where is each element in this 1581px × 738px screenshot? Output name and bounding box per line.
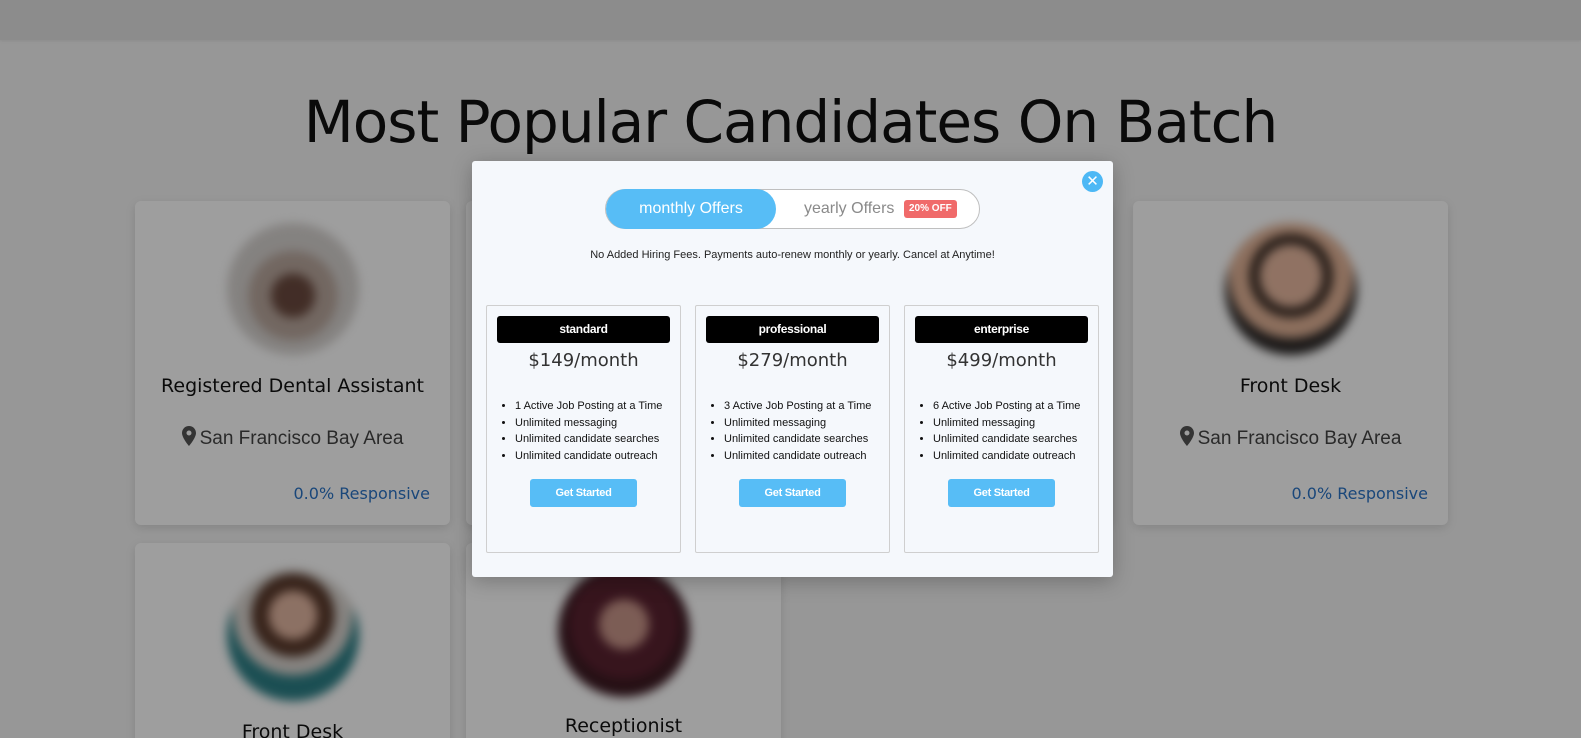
plan-card-enterprise: enterprise $499/month 6 Active Job Posti… [904, 305, 1099, 553]
plan-feature: Unlimited messaging [515, 415, 680, 432]
plan-price: $279/month [737, 350, 848, 371]
plan-feature: 1 Active Job Posting at a Time [515, 398, 680, 415]
plan-feature: Unlimited candidate searches [724, 431, 889, 448]
plan-name: enterprise [915, 316, 1088, 343]
plan-feature: Unlimited candidate outreach [724, 448, 889, 465]
discount-badge: 20% OFF [904, 200, 957, 218]
plan-price: $149/month [528, 350, 639, 371]
yearly-offers-tab[interactable]: yearly Offers [804, 190, 894, 228]
plan-feature: Unlimited candidate outreach [515, 448, 680, 465]
plan-name: standard [497, 316, 670, 343]
billing-notice: No Added Hiring Fees. Payments auto-rene… [590, 249, 995, 261]
billing-period-toggle[interactable]: monthly Offers yearly Offers 20% OFF [605, 189, 980, 229]
pricing-modal: ✕ monthly Offers yearly Offers 20% OFF N… [472, 161, 1113, 577]
close-icon[interactable]: ✕ [1082, 171, 1103, 192]
plan-feature: Unlimited messaging [933, 415, 1098, 432]
plan-feature: 3 Active Job Posting at a Time [724, 398, 889, 415]
get-started-button[interactable]: Get Started [530, 479, 637, 507]
get-started-button[interactable]: Get Started [739, 479, 846, 507]
plan-feature: 6 Active Job Posting at a Time [933, 398, 1098, 415]
plan-card-standard: standard $149/month 1 Active Job Posting… [486, 305, 681, 553]
plan-features: 6 Active Job Posting at a Time Unlimited… [933, 398, 1098, 464]
get-started-button[interactable]: Get Started [948, 479, 1055, 507]
plan-card-professional: professional $279/month 3 Active Job Pos… [695, 305, 890, 553]
plan-feature: Unlimited candidate searches [515, 431, 680, 448]
monthly-offers-tab[interactable]: monthly Offers [606, 189, 776, 229]
plan-feature: Unlimited candidate outreach [933, 448, 1098, 465]
plan-features: 3 Active Job Posting at a Time Unlimited… [724, 398, 889, 464]
plan-feature: Unlimited messaging [724, 415, 889, 432]
plan-feature: Unlimited candidate searches [933, 431, 1098, 448]
plan-features: 1 Active Job Posting at a Time Unlimited… [515, 398, 680, 464]
plan-name: professional [706, 316, 879, 343]
plan-price: $499/month [946, 350, 1057, 371]
